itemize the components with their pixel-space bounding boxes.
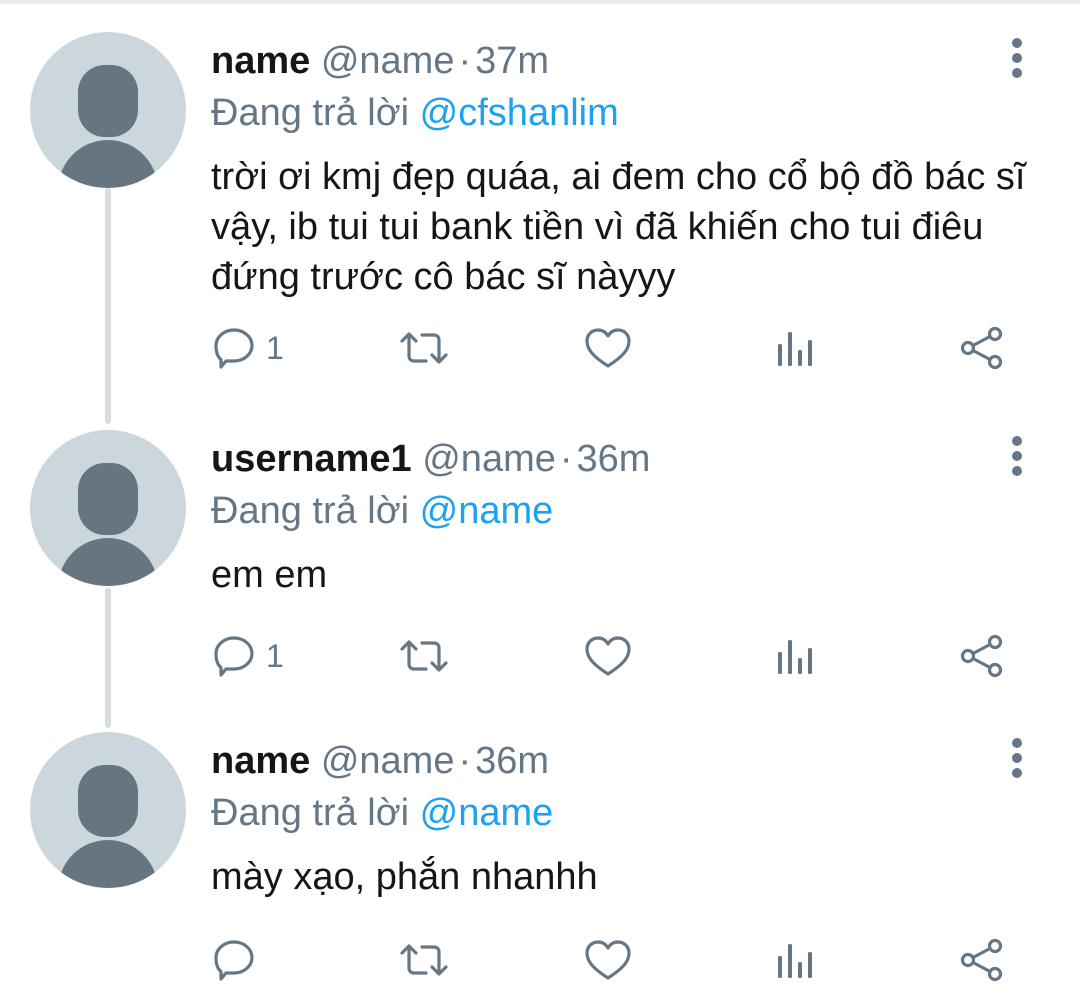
mention-link[interactable]: @name bbox=[420, 792, 554, 834]
reply-icon bbox=[214, 328, 254, 369]
reply-count: 1 bbox=[266, 638, 284, 674]
mention-link[interactable]: @name bbox=[420, 490, 554, 532]
tweet-text: em em bbox=[211, 554, 328, 596]
top-divider bbox=[0, 0, 1080, 4]
avatar[interactable] bbox=[30, 732, 186, 888]
separator-dot: · bbox=[458, 40, 472, 82]
timestamp[interactable]: 37m bbox=[475, 40, 549, 82]
analytics-icon bbox=[778, 640, 812, 674]
analytics-icon bbox=[778, 332, 812, 366]
avatar[interactable] bbox=[30, 430, 186, 586]
timestamp[interactable]: 36m bbox=[577, 438, 651, 480]
avatar-head bbox=[78, 463, 138, 535]
share-icon bbox=[960, 634, 1003, 678]
avatar-head bbox=[78, 65, 138, 137]
action-bar: 1 bbox=[0, 626, 1080, 686]
share-icon bbox=[960, 938, 1003, 982]
replying-prefix: Đang trả lời bbox=[211, 490, 410, 532]
retweet-icon bbox=[400, 944, 448, 976]
tweet-text: trời ơi kmj đẹp quáa, ai đem cho cổ bộ đ… bbox=[211, 156, 1026, 298]
avatar-body bbox=[58, 140, 158, 188]
replying-to: Đang trả lời @name bbox=[211, 790, 553, 836]
action-bar: 1 bbox=[0, 318, 1080, 378]
avatar[interactable] bbox=[30, 32, 186, 188]
share-icon bbox=[960, 326, 1003, 370]
replying-prefix: Đang trả lời bbox=[211, 792, 410, 834]
analytics-icon bbox=[778, 944, 812, 978]
username[interactable]: name bbox=[211, 740, 310, 782]
tweet-text: mày xạo, phắn nhanhh bbox=[211, 856, 598, 898]
tweet-header: name @name · 37m bbox=[211, 38, 549, 84]
avatar-body bbox=[58, 840, 158, 888]
tweet-header: name @name · 36m bbox=[211, 738, 549, 784]
avatar-body bbox=[58, 538, 158, 586]
user-handle[interactable]: @name bbox=[321, 740, 455, 782]
heart-icon bbox=[585, 636, 631, 676]
tweet-header: username1 @name · 36m bbox=[211, 436, 650, 482]
heart-icon bbox=[585, 328, 631, 368]
username[interactable]: name bbox=[211, 40, 310, 82]
more-icon[interactable] bbox=[1000, 736, 1034, 780]
reply-icon bbox=[214, 636, 254, 677]
timestamp[interactable]: 36m bbox=[475, 740, 549, 782]
separator-dot: · bbox=[559, 438, 573, 480]
more-icon[interactable] bbox=[1000, 434, 1034, 478]
reply-count: 1 bbox=[266, 330, 284, 366]
separator-dot: · bbox=[458, 740, 472, 782]
avatar-head bbox=[78, 765, 138, 837]
username[interactable]: username1 bbox=[211, 438, 412, 480]
reply-icon bbox=[214, 940, 254, 981]
user-handle[interactable]: @name bbox=[321, 40, 455, 82]
replying-prefix: Đang trả lời bbox=[211, 92, 410, 134]
replying-to: Đang trả lời @name bbox=[211, 488, 553, 534]
thread-line bbox=[105, 188, 111, 424]
more-icon[interactable] bbox=[1000, 36, 1034, 80]
action-bar bbox=[0, 930, 1080, 990]
replying-to: Đang trả lời @cfshanlim bbox=[211, 90, 619, 136]
retweet-icon bbox=[400, 332, 448, 364]
retweet-icon bbox=[400, 640, 448, 672]
heart-icon bbox=[585, 940, 631, 980]
mention-link[interactable]: @cfshanlim bbox=[420, 92, 619, 134]
user-handle[interactable]: @name bbox=[422, 438, 556, 480]
